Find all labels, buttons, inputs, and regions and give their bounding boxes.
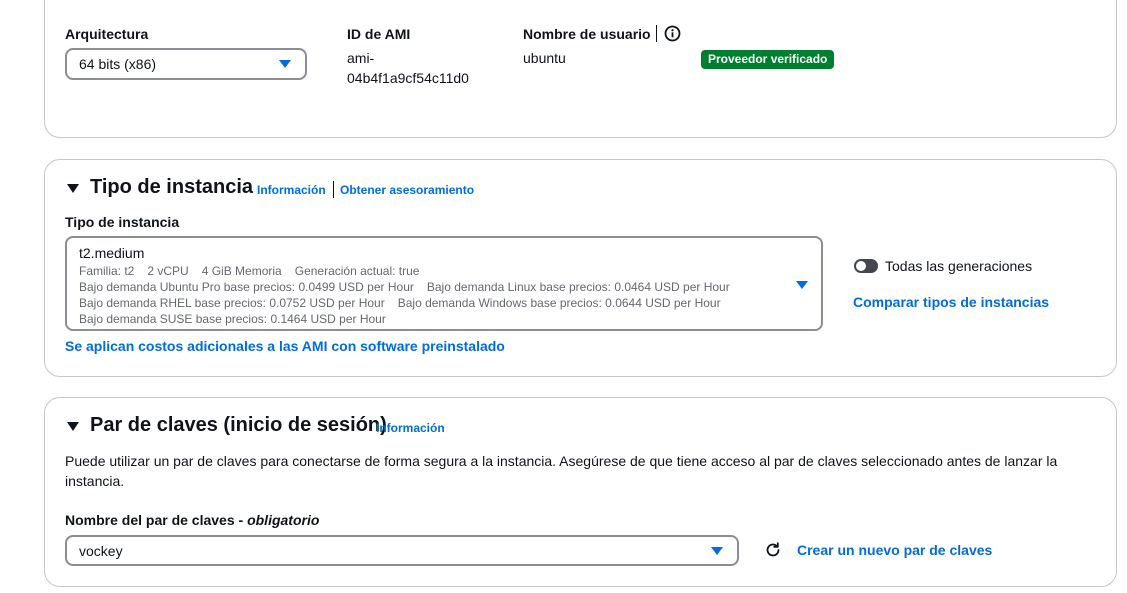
- memory-detail: 4 GiB Memoria: [201, 264, 282, 278]
- architecture-select[interactable]: 64 bits (x86): [65, 48, 307, 80]
- instance-type-title: Tipo de instancia: [90, 176, 253, 198]
- caret-down-icon: [711, 547, 723, 555]
- username-label: Nombre de usuario: [523, 26, 651, 42]
- architecture-value: 64 bits (x86): [79, 56, 157, 72]
- ami-id-label: ID de AMI: [347, 26, 411, 42]
- selected-instance-type: t2.medium: [79, 245, 145, 261]
- separator: [656, 25, 657, 42]
- all-generations-toggle[interactable]: [854, 259, 878, 273]
- selected-key-pair: vockey: [79, 543, 123, 559]
- instance-type-field-label: Tipo de instancia: [65, 214, 180, 230]
- current-gen-detail: Generación actual: true: [294, 264, 420, 278]
- ubuntu-pro-price: Bajo demanda Ubuntu Pro base precios: 0.…: [79, 280, 414, 294]
- get-advice-link[interactable]: Obtener asesoramiento: [340, 183, 474, 197]
- username-value: ubuntu: [523, 50, 566, 66]
- rhel-price: Bajo demanda RHEL base precios: 0.0752 U…: [79, 296, 385, 310]
- info-circle-icon[interactable]: [664, 25, 681, 42]
- caret-down-icon: [279, 60, 291, 68]
- caret-down-icon: [796, 281, 808, 289]
- required-marker: obligatorio: [247, 512, 320, 528]
- separator: [333, 181, 334, 198]
- refresh-icon[interactable]: [764, 541, 782, 559]
- toggle-knob: [856, 261, 866, 271]
- compare-instance-types-link[interactable]: Comparar tipos de instancias: [853, 294, 1049, 310]
- key-pair-field-name: Nombre del par de claves -: [65, 512, 248, 528]
- key-pair-field-label: Nombre del par de claves - obligatorio: [65, 512, 319, 528]
- expand-triangle-icon[interactable]: [67, 184, 79, 193]
- key-pair-select[interactable]: vockey: [65, 535, 739, 566]
- pricing-row-2: Bajo demanda RHEL base precios: 0.0752 U…: [79, 296, 734, 310]
- key-pair-info-link[interactable]: Información: [376, 421, 445, 435]
- verified-provider-badge: Proveedor verificado: [701, 50, 835, 69]
- suse-price: Bajo demanda SUSE base precios: 0.1464 U…: [79, 312, 386, 326]
- instance-info-link[interactable]: Información: [257, 183, 326, 197]
- instance-type-select[interactable]: t2.medium Familia: t2 2 vCPU 4 GiB Memoria…: [65, 236, 823, 331]
- ami-additional-costs-link[interactable]: Se aplican costos adicionales a las AMI …: [65, 338, 505, 354]
- key-pair-description: Puede utilizar un par de claves para con…: [65, 453, 1058, 489]
- create-key-pair-link[interactable]: Crear un nuevo par de claves: [797, 542, 992, 558]
- vcpu-detail: 2 vCPU: [147, 264, 189, 278]
- expand-triangle-icon[interactable]: [67, 422, 79, 431]
- linux-price: Bajo demanda Linux base precios: 0.0464 …: [426, 280, 730, 294]
- key-pair-title: Par de claves (inicio de sesión): [90, 414, 387, 436]
- pricing-row-3: Bajo demanda SUSE base precios: 0.1464 U…: [79, 312, 399, 326]
- architecture-label: Arquitectura: [65, 26, 149, 42]
- family-detail: Familia: t2: [79, 264, 135, 278]
- all-generations-label: Todas las generaciones: [885, 258, 1033, 274]
- ami-id-value-line2: 04b4f1a9cf54c11d0: [347, 70, 469, 86]
- ami-id-value-line1: ami-: [347, 50, 375, 66]
- instance-specs-row: Familia: t2 2 vCPU 4 GiB Memoria Generación…: [79, 264, 432, 278]
- pricing-row-1: Bajo demanda Ubuntu Pro base precios: 0.…: [79, 280, 743, 294]
- windows-price: Bajo demanda Windows base precios: 0.064…: [397, 296, 721, 310]
